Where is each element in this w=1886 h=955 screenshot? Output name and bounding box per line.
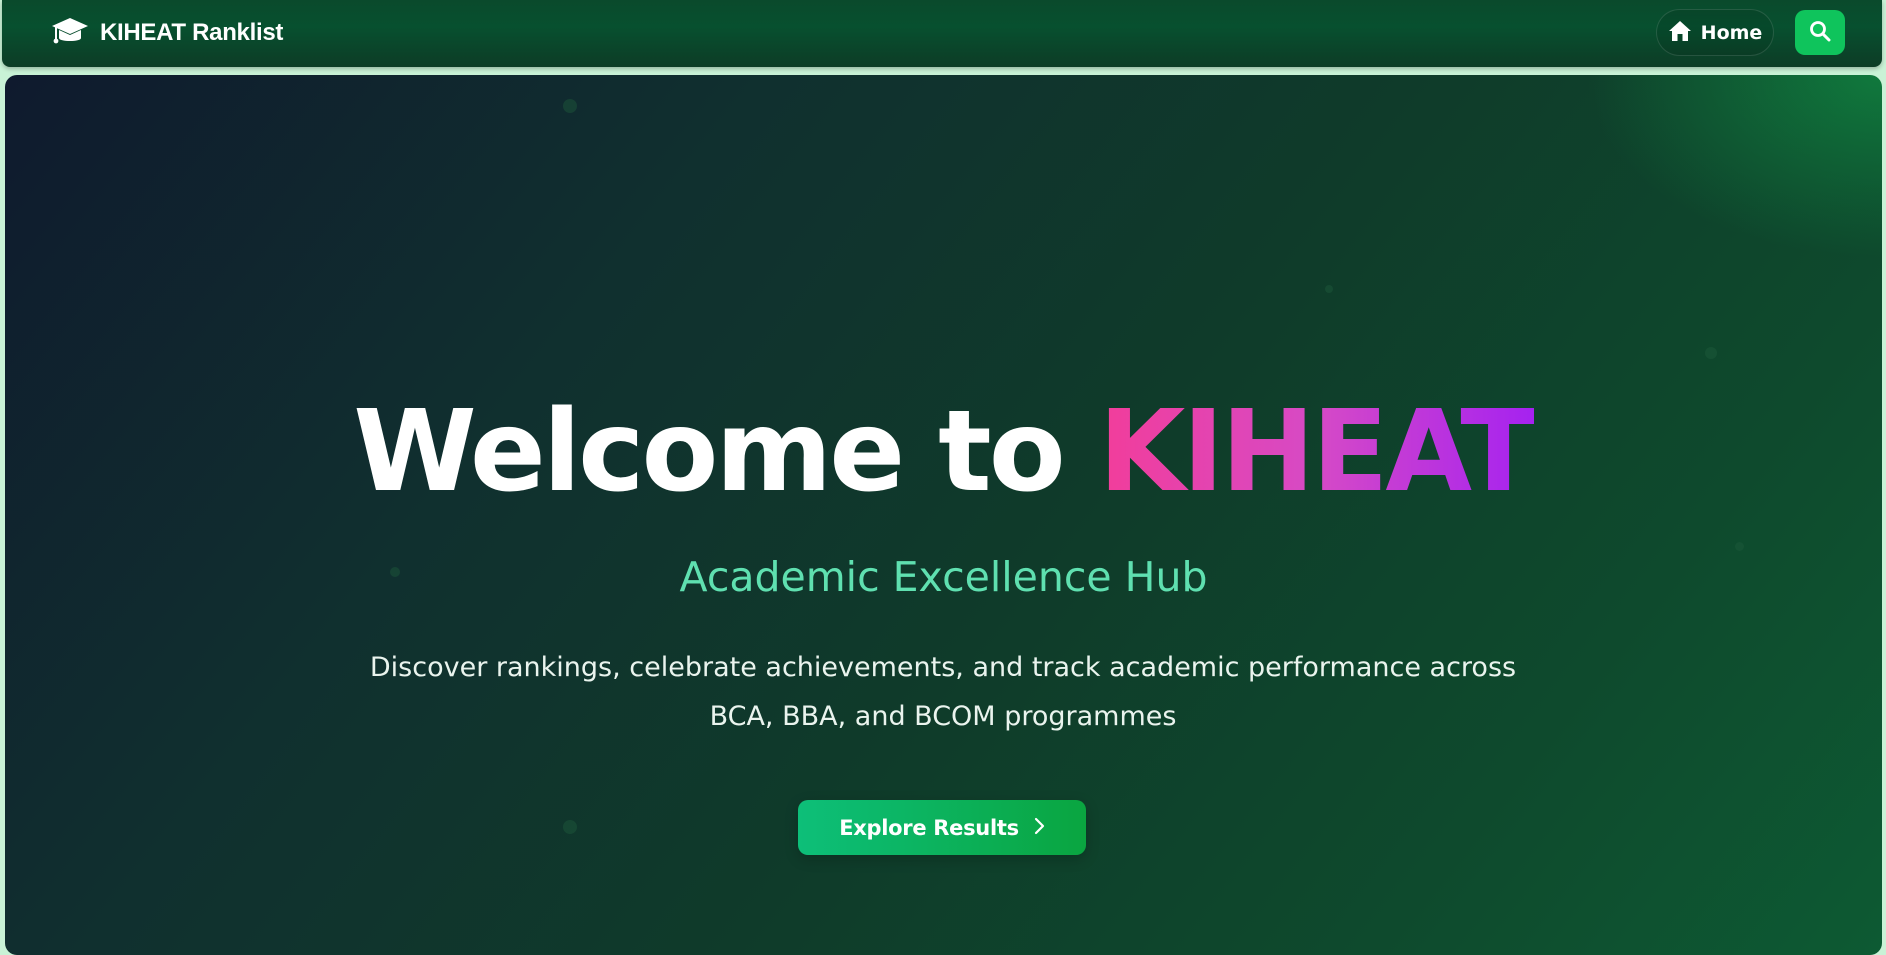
explore-results-button[interactable]: Explore Results [798,800,1086,855]
decorative-dot [1735,542,1744,551]
decorative-dot [1325,285,1333,293]
hero-description: Discover rankings, celebrate achievement… [369,652,1517,732]
hero-section: Welcome to KIHEAT Academic Excellence Hu… [5,75,1882,955]
hero-title-prefix: Welcome to [353,387,1099,517]
home-label: Home [1700,21,1763,44]
search-icon [1809,20,1831,46]
explore-results-label: Explore Results [839,815,1019,840]
top-navbar: KIHEAT Ranklist Home [2,0,1882,67]
brand[interactable]: KIHEAT Ranklist [50,15,283,51]
hero-title: Welcome to KIHEAT [5,385,1882,519]
hero-subtitle: Academic Excellence Hub [679,553,1208,601]
decorative-dot [1705,347,1717,359]
home-icon [1668,20,1692,46]
chevron-right-icon [1033,817,1045,839]
graduation-cap-icon [50,15,90,51]
decorative-dot [563,820,577,834]
search-button[interactable] [1795,10,1845,55]
home-button[interactable]: Home [1656,9,1774,56]
brand-title: KIHEAT Ranklist [100,19,284,46]
decorative-dot [563,99,577,113]
hero-title-accent: KIHEAT [1098,387,1537,517]
